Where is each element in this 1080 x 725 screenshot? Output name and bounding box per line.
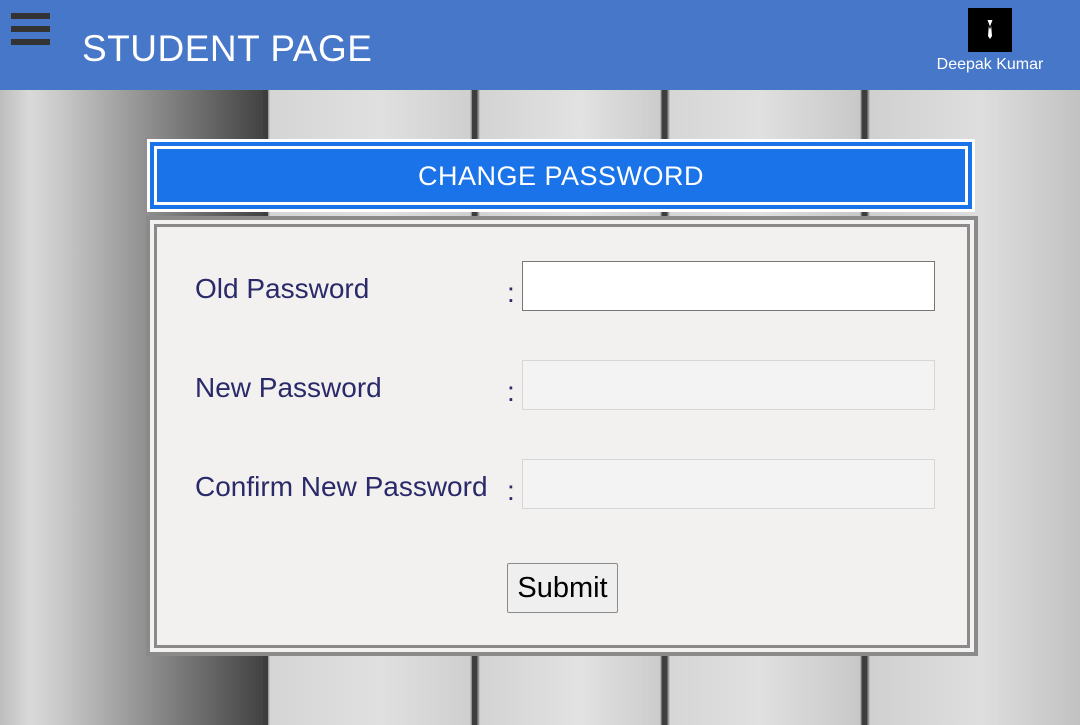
hamburger-menu-icon[interactable]: [11, 13, 50, 47]
old-password-row: Old Password :: [157, 261, 967, 313]
page-title: STUDENT PAGE: [82, 28, 373, 69]
old-password-input[interactable]: [522, 261, 935, 311]
user-profile[interactable]: Deepak Kumar: [930, 8, 1050, 74]
submit-button[interactable]: Submit: [507, 563, 618, 613]
change-password-header: CHANGE PASSWORD: [147, 139, 975, 212]
field-colon: :: [507, 376, 515, 407]
field-colon: :: [507, 475, 515, 506]
confirm-password-row: Confirm New Password :: [157, 459, 967, 511]
confirm-password-label: Confirm New Password: [195, 471, 488, 502]
user-avatar-icon[interactable]: [968, 8, 1012, 52]
confirm-password-input[interactable]: [522, 459, 935, 509]
card-title: CHANGE PASSWORD: [417, 161, 705, 191]
user-name: Deepak Kumar: [936, 56, 1044, 73]
old-password-label: Old Password: [195, 273, 370, 304]
new-password-label: New Password: [195, 372, 382, 403]
field-colon: :: [507, 277, 515, 308]
change-password-form: Old Password : New Password : Confirm Ne…: [146, 216, 978, 656]
new-password-input[interactable]: [522, 360, 935, 410]
new-password-row: New Password :: [157, 360, 967, 412]
top-header: STUDENT PAGE Deepak Kumar: [0, 0, 1080, 90]
